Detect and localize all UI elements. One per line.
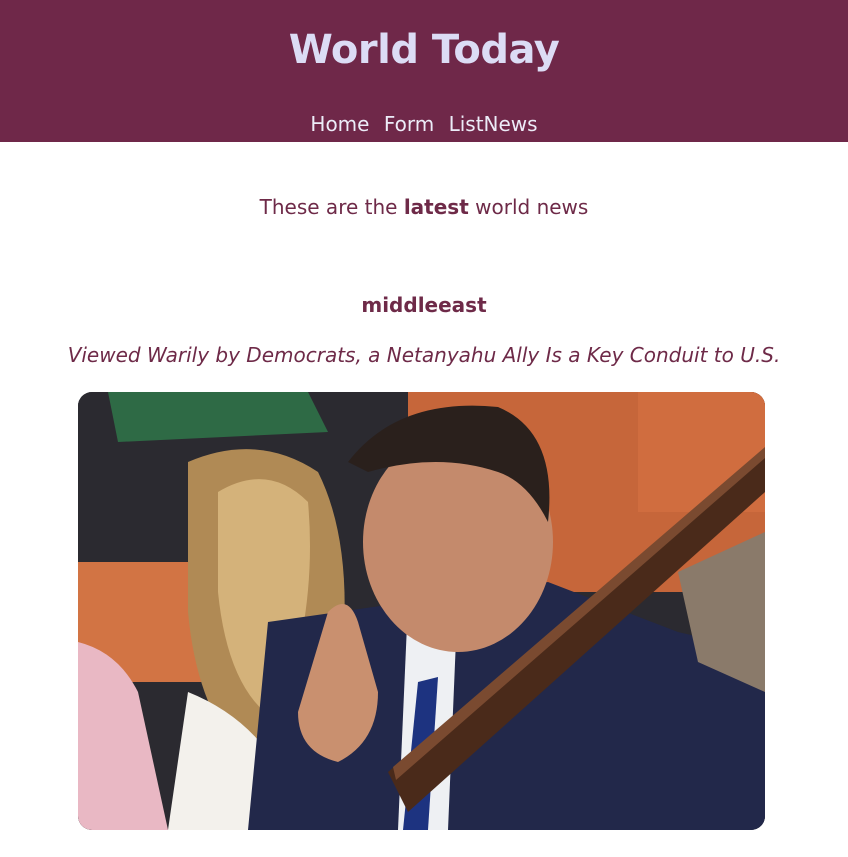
article-headline[interactable]: Viewed Warily by Democrats, a Netanyahu … <box>0 343 848 367</box>
article-photo-illustration <box>78 392 765 830</box>
nav-form-link[interactable]: Form <box>384 112 434 136</box>
main-nav: Home Form ListNews <box>0 112 848 136</box>
site-header: World Today Home Form ListNews <box>0 0 848 142</box>
intro-prefix: These are the <box>259 195 404 219</box>
news-article: middleeast Viewed Warily by Democrats, a… <box>0 293 848 830</box>
main-content: These are the latest world news middleea… <box>0 195 848 830</box>
site-title: World Today <box>288 27 560 73</box>
article-photo[interactable] <box>78 392 765 830</box>
article-category: middleeast <box>361 293 487 317</box>
intro-text: These are the latest world news <box>0 195 848 219</box>
nav-listnews-link[interactable]: ListNews <box>449 112 538 136</box>
nav-home-link[interactable]: Home <box>310 112 369 136</box>
intro-emphasis: latest <box>403 195 469 219</box>
intro-suffix: world news <box>468 195 589 219</box>
